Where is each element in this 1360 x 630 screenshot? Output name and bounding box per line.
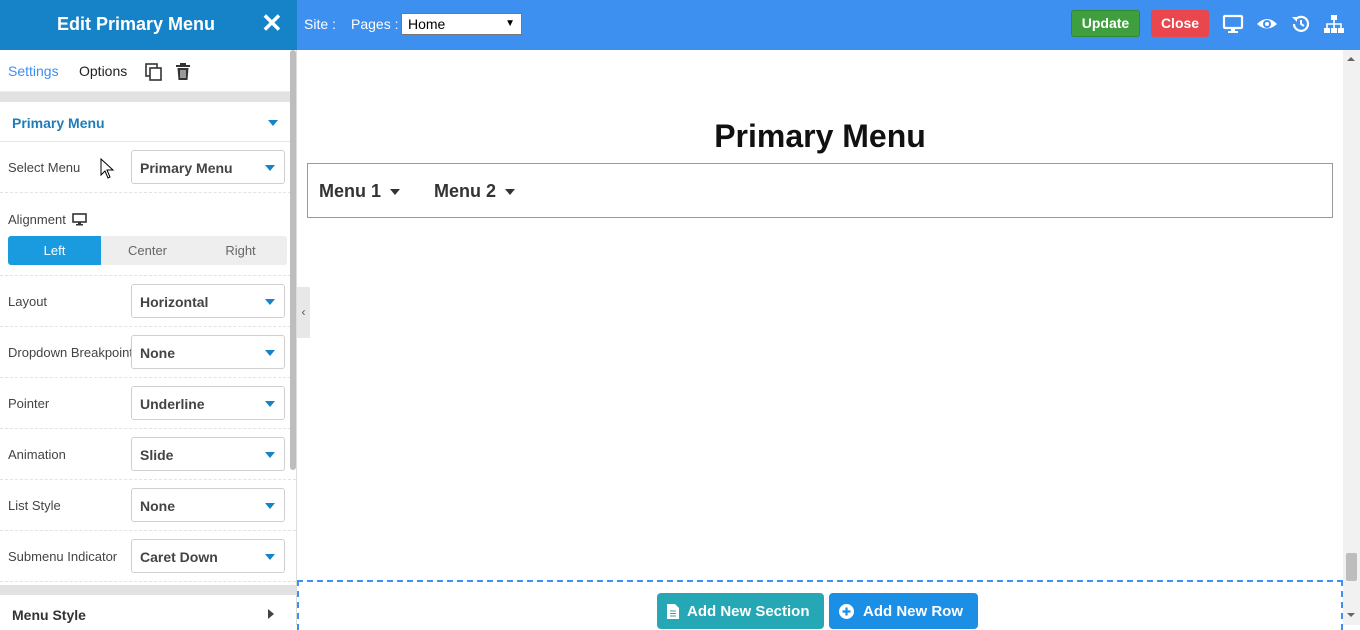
- dropdown-value: Caret Down: [140, 549, 218, 565]
- add-new-section-button[interactable]: Add New Section: [657, 593, 824, 629]
- field-label: Animation: [8, 447, 66, 462]
- submenu-indicator-dropdown[interactable]: Caret Down: [131, 539, 285, 573]
- align-left-option[interactable]: Left: [8, 236, 101, 265]
- caret-down-icon: [265, 554, 275, 560]
- desktop-icon[interactable]: [1222, 13, 1244, 35]
- align-right-option[interactable]: Right: [194, 236, 287, 265]
- page-title: Primary Menu: [714, 118, 926, 154]
- button-label: Add New Row: [863, 603, 963, 620]
- field-animation: Animation Slide: [0, 429, 296, 480]
- settings-panel: Settings Options Primary Menu Select Men…: [0, 50, 297, 625]
- menu-item-label: Menu 2: [434, 181, 497, 201]
- animation-dropdown[interactable]: Slide: [131, 437, 285, 471]
- history-icon[interactable]: [1290, 13, 1312, 35]
- caret-down-icon: [265, 452, 275, 458]
- caret-down-icon: [268, 120, 278, 126]
- dropdown-value: None: [140, 345, 175, 361]
- menu-widget[interactable]: Menu 1 Menu 2: [307, 163, 1333, 218]
- pages-select[interactable]: Home ▼: [401, 13, 522, 35]
- close-panel-icon[interactable]: ✕: [261, 10, 283, 36]
- panel-title: Edit Primary Menu: [57, 14, 216, 34]
- field-label: Select Menu: [8, 160, 81, 175]
- dropdown-value: Underline: [140, 396, 205, 412]
- dropdown-breakpoint-dropdown[interactable]: None: [131, 335, 285, 369]
- field-label: Dropdown Breakpoint: [8, 345, 134, 360]
- caret-down-icon: [505, 189, 516, 196]
- field-layout: Layout Horizontal: [0, 276, 296, 327]
- section-menu-style[interactable]: Menu Style: [0, 585, 296, 625]
- button-label: Add New Section: [687, 603, 810, 620]
- scroll-up-icon[interactable]: [1347, 57, 1355, 61]
- field-label: Submenu Indicator: [8, 549, 118, 564]
- tab-options[interactable]: Options: [79, 63, 127, 79]
- pages-label: Pages :: [351, 16, 399, 32]
- eye-icon[interactable]: [1256, 13, 1278, 35]
- panel-tabs: Settings Options: [0, 50, 296, 92]
- caret-down-icon: [265, 299, 275, 305]
- field-label: Alignment: [8, 212, 66, 227]
- update-button[interactable]: Update: [1071, 10, 1140, 37]
- field-label: Layout: [8, 294, 48, 309]
- desktop-icon[interactable]: [72, 213, 87, 226]
- caret-down-icon: [265, 503, 275, 509]
- duplicate-icon[interactable]: [144, 62, 164, 82]
- panel-header: Edit Primary Menu ✕: [0, 0, 297, 50]
- list-style-dropdown[interactable]: None: [131, 488, 285, 522]
- section-title: Primary Menu: [12, 115, 105, 131]
- collapse-panel-button[interactable]: ‹: [297, 287, 310, 338]
- site-label: Site :: [304, 16, 336, 32]
- field-dropdown-breakpoint: Dropdown Breakpoint None: [0, 327, 296, 378]
- section-title: Menu Style: [12, 607, 86, 623]
- caret-down-icon: [265, 165, 275, 171]
- select-arrow-icon: ▼: [505, 18, 515, 29]
- close-button[interactable]: Close: [1151, 10, 1209, 37]
- scrollbar-thumb[interactable]: [1346, 553, 1357, 581]
- page-scrollbar[interactable]: [1343, 50, 1360, 625]
- dropdown-value: Primary Menu: [140, 160, 233, 176]
- field-list-style: List Style None: [0, 480, 296, 531]
- add-new-row-button[interactable]: Add New Row: [829, 593, 978, 629]
- sitemap-icon[interactable]: [1323, 13, 1345, 35]
- dropdown-value: None: [140, 498, 175, 514]
- pointer-dropdown[interactable]: Underline: [131, 386, 285, 420]
- layout-dropdown[interactable]: Horizontal: [131, 284, 285, 318]
- dropdown-value: Slide: [140, 447, 174, 463]
- section-primary-menu[interactable]: Primary Menu: [0, 102, 296, 142]
- tab-settings[interactable]: Settings: [8, 63, 59, 79]
- field-pointer: Pointer Underline: [0, 378, 296, 429]
- alignment-segmented-control: Left Center Right: [8, 236, 287, 265]
- caret-right-icon: [268, 609, 274, 619]
- select-menu-dropdown[interactable]: Primary Menu: [131, 150, 285, 184]
- separator: [0, 92, 296, 102]
- caret-down-icon: [265, 350, 275, 356]
- caret-down-icon: [390, 189, 401, 196]
- dropdown-value: Horizontal: [140, 294, 209, 310]
- menu-item-1[interactable]: Menu 1: [319, 181, 401, 202]
- file-icon: [667, 604, 679, 619]
- plus-circle-icon: [839, 604, 854, 619]
- mouse-cursor-icon: [100, 158, 115, 179]
- pages-select-value: Home: [408, 16, 446, 32]
- field-label: List Style: [8, 498, 61, 513]
- align-center-option[interactable]: Center: [101, 236, 194, 265]
- field-submenu-indicator: Submenu Indicator Caret Down: [0, 531, 296, 582]
- panel-scrollbar[interactable]: [290, 50, 296, 470]
- trash-icon[interactable]: [174, 62, 192, 82]
- field-alignment: Alignment Left Center Right: [0, 193, 296, 276]
- caret-down-icon: [265, 401, 275, 407]
- menu-item-2[interactable]: Menu 2: [434, 181, 516, 202]
- field-label: Pointer: [8, 396, 50, 411]
- field-select-menu: Select Menu Primary Menu: [0, 142, 296, 193]
- menu-item-label: Menu 1: [319, 181, 382, 201]
- scroll-down-icon[interactable]: [1347, 613, 1355, 617]
